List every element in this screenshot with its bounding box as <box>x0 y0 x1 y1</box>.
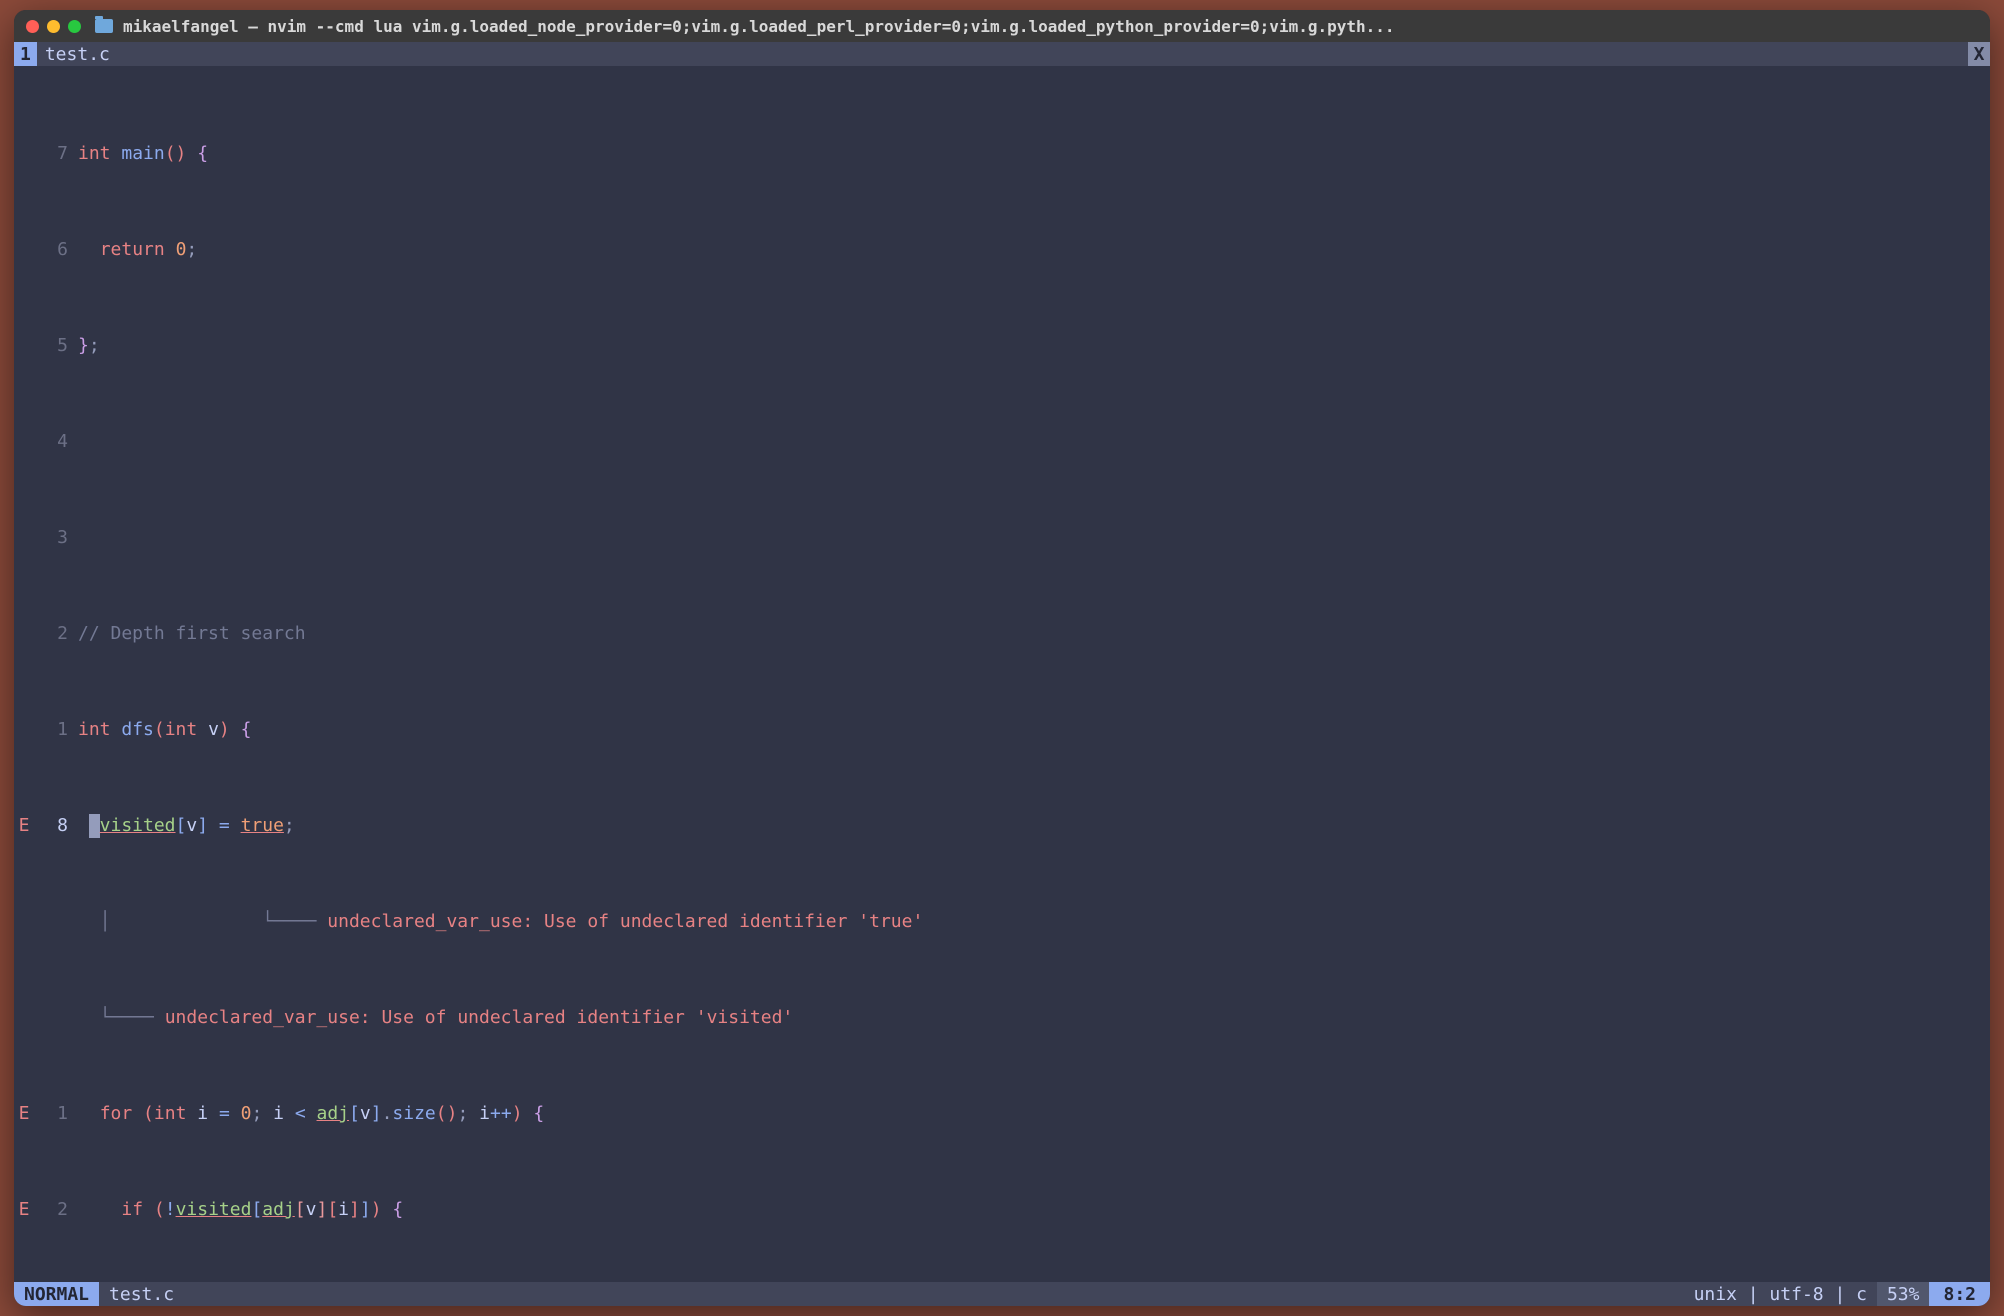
nvim-tabline: 1 test.c X <box>14 42 1990 66</box>
error-sign: E <box>14 1198 34 1222</box>
code-line[interactable]: 2 // Depth first search <box>14 622 1990 646</box>
tabline-fill <box>118 42 1968 66</box>
status-filename: test.c <box>99 1282 184 1306</box>
status-position: 8:2 <box>1929 1282 1990 1306</box>
code-line[interactable]: E 2 if (!visited[adj[v][i]]) { <box>14 1198 1990 1222</box>
macos-titlebar: mikaelfangel — nvim --cmd lua vim.g.load… <box>14 10 1990 42</box>
diagnostic-line: └──── undeclared_var_use: Use of undecla… <box>14 1006 1990 1030</box>
code-line[interactable]: 1 int dfs(int v) { <box>14 718 1990 742</box>
editor-area[interactable]: 7 int main() { 6 return 0; 5 }; 4 3 2 // <box>14 66 1990 1282</box>
tab-index[interactable]: 1 <box>14 42 37 66</box>
code-line[interactable]: 6 return 0; <box>14 238 1990 262</box>
code-line[interactable]: 4 <box>14 430 1990 454</box>
folder-icon <box>95 19 113 33</box>
code-content: int main() { <box>78 142 1990 166</box>
code-line-current[interactable]: E 8 visited[v] = true; <box>14 814 1990 838</box>
error-sign: E <box>14 1102 34 1126</box>
diagnostic-message: undeclared_var_use: Use of undeclared id… <box>165 1007 794 1028</box>
line-number: 7 <box>34 142 78 166</box>
code-line[interactable]: E 1 for (int i = 0; i < adj[v].size(); i… <box>14 1102 1990 1126</box>
cursor <box>89 814 100 838</box>
sign-column <box>14 142 34 166</box>
tab-name[interactable]: test.c <box>37 42 118 66</box>
statusline-fill <box>184 1282 1684 1306</box>
minimize-window-button[interactable] <box>47 20 60 33</box>
diagnostic-line: │ └──── undeclared_var_use: Use of undec… <box>14 910 1990 934</box>
error-sign: E <box>14 814 34 838</box>
statusline: NORMAL test.c unix | utf-8 | c 53% 8:2 <box>14 1282 1990 1306</box>
tab-close-button[interactable]: X <box>1968 42 1990 66</box>
window-title: mikaelfangel — nvim --cmd lua vim.g.load… <box>123 17 1978 36</box>
line-number-current: 8 <box>34 814 78 838</box>
terminal-window: mikaelfangel — nvim --cmd lua vim.g.load… <box>14 10 1990 1306</box>
code-line[interactable]: 7 int main() { <box>14 142 1990 166</box>
traffic-lights <box>26 20 81 33</box>
status-fileinfo: unix | utf-8 | c <box>1684 1282 1877 1306</box>
mode-indicator: NORMAL <box>14 1282 99 1306</box>
zoom-window-button[interactable] <box>68 20 81 33</box>
close-window-button[interactable] <box>26 20 39 33</box>
code-line[interactable]: 5 }; <box>14 334 1990 358</box>
status-percent: 53% <box>1877 1282 1930 1306</box>
diagnostic-message: undeclared_var_use: Use of undeclared id… <box>327 911 923 932</box>
code-line[interactable]: 3 <box>14 526 1990 550</box>
